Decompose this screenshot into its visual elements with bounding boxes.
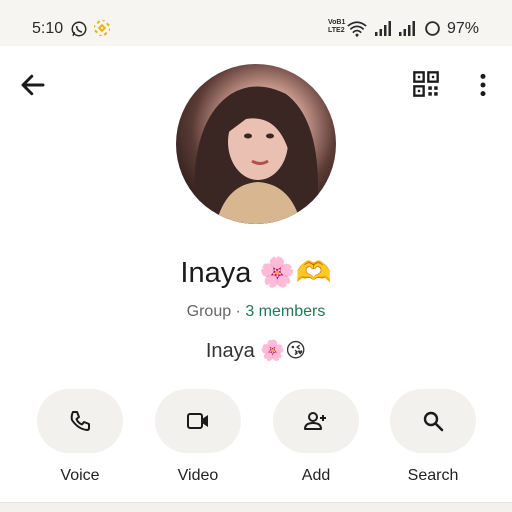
volte-line1: VoB1 <box>328 19 346 26</box>
qr-code-icon[interactable] <box>412 70 440 98</box>
video-icon <box>187 413 208 429</box>
add-button[interactable] <box>273 389 359 453</box>
group-avatar[interactable] <box>176 64 336 224</box>
signal-icon <box>375 21 391 36</box>
group-type: Group <box>186 303 232 320</box>
voice-button[interactable] <box>37 389 123 453</box>
avatar-image <box>194 86 318 224</box>
search-label: Search <box>407 467 459 484</box>
volte-line2: LTE2 <box>328 27 345 34</box>
binance-icon <box>94 20 110 36</box>
search-button[interactable] <box>390 389 476 453</box>
wifi-icon <box>347 21 367 37</box>
more-options-icon[interactable] <box>470 70 496 100</box>
group-description: Inaya 🌸😘 <box>205 340 307 362</box>
status-bar: 5:10 VoB1 LTE2 97% <box>0 0 512 46</box>
group-subtitle: Group · 3 members <box>0 303 512 321</box>
search-icon <box>423 411 444 432</box>
signal-icon <box>399 21 415 36</box>
back-arrow-icon[interactable] <box>18 70 48 100</box>
battery-ring-icon <box>425 21 440 36</box>
video-button[interactable] <box>155 389 241 453</box>
subtitle-separator: · <box>231 303 246 320</box>
status-time: 5:10 <box>32 20 64 37</box>
battery-level: 97% <box>447 20 480 37</box>
section-divider <box>0 502 512 512</box>
add-user-icon <box>304 412 326 430</box>
voice-label: Voice <box>60 467 100 484</box>
phone-icon <box>70 411 90 431</box>
video-label: Video <box>177 467 219 484</box>
group-name: Inaya 🌸🫶 <box>180 257 332 289</box>
whatsapp-icon <box>71 21 87 37</box>
volte-indicator: VoB1 LTE2 <box>328 19 345 35</box>
members-link[interactable]: 3 members <box>245 303 325 320</box>
add-label: Add <box>301 467 331 484</box>
